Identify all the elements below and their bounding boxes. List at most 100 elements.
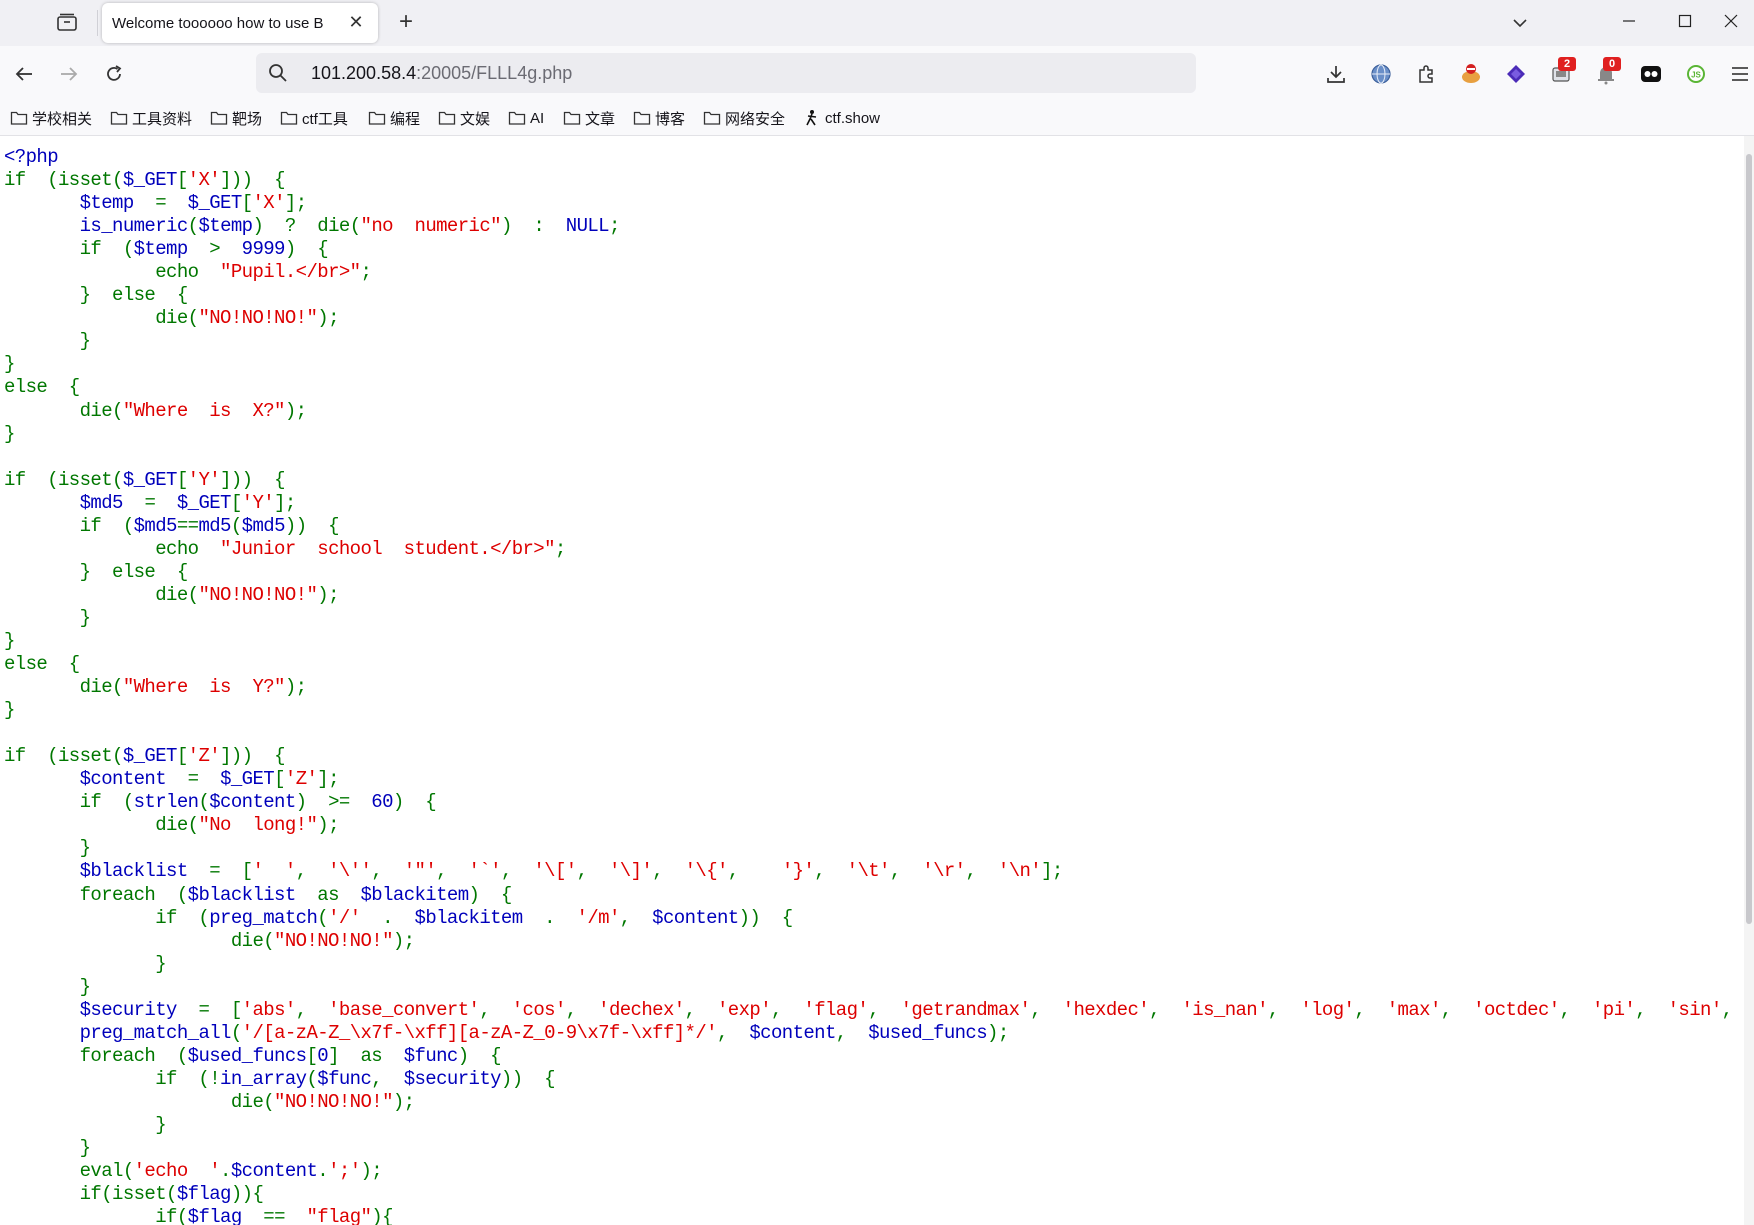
code-line: } xyxy=(4,837,1740,860)
download-icon[interactable] xyxy=(1321,59,1351,89)
extensions-puzzle-icon[interactable] xyxy=(1411,59,1441,89)
code-token: ]; xyxy=(284,192,307,215)
code-token: $blacklist xyxy=(79,860,210,883)
code-line: } xyxy=(4,423,1740,446)
code-line: } xyxy=(4,1114,1740,1137)
wappalyzer-extension-icon[interactable] xyxy=(1501,59,1531,89)
code-token: die( xyxy=(4,307,199,330)
code-line: foreach ($used_funcs[0] as $func) { xyxy=(4,1045,1740,1068)
code-token: "flag" xyxy=(306,1206,372,1225)
active-tab[interactable]: Welcome toooooo how to use B ✕ xyxy=(102,3,378,43)
reload-icon[interactable] xyxy=(100,60,128,88)
code-token: , xyxy=(652,860,685,883)
code-token: , xyxy=(1267,998,1301,1021)
js-extension-icon[interactable]: JS xyxy=(1681,59,1711,89)
tab-list-icon[interactable] xyxy=(52,9,82,35)
forward-arrow-icon[interactable] xyxy=(55,60,83,88)
chevron-down-icon[interactable] xyxy=(1507,10,1533,36)
code-token: [ xyxy=(176,468,188,491)
code-token: $flag xyxy=(187,1206,264,1225)
back-arrow-icon[interactable] xyxy=(10,60,38,88)
bell-extension-icon[interactable]: 0 xyxy=(1591,57,1621,89)
code-token: $_GET xyxy=(187,192,243,215)
bookmark-folder[interactable]: 编程 xyxy=(368,106,420,130)
navigation-toolbar: 101.200.58.4:20005/FLLL4g.php 2 0 JS xyxy=(0,46,1754,102)
code-token: die( xyxy=(4,929,275,952)
bookmark-folder[interactable]: 文娱 xyxy=(438,106,490,130)
code-token: ); xyxy=(317,583,339,606)
code-token: [ xyxy=(230,491,242,514)
code-token: $content xyxy=(230,1160,318,1183)
code-token: ( xyxy=(230,1021,242,1044)
bookmark-label: 网络安全 xyxy=(725,110,786,128)
minimize-button[interactable] xyxy=(1606,0,1652,42)
code-token: == xyxy=(263,1206,307,1225)
bookmark-folder[interactable]: 工具资料 xyxy=(110,106,192,130)
code-token: "no numeric" xyxy=(360,215,502,238)
code-token: ( xyxy=(187,215,199,238)
code-token: ); xyxy=(317,307,339,330)
code-line: else { xyxy=(4,376,1740,399)
code-token: 'is_nan' xyxy=(1181,998,1268,1021)
code-token: in_array xyxy=(220,1067,307,1090)
url-text[interactable]: 101.200.58.4:20005/FLLL4g.php xyxy=(311,63,572,84)
code-token: "NO!NO!NO!" xyxy=(274,1090,393,1113)
tab-separator xyxy=(97,10,98,36)
code-line: if (strlen($content) >= 60) { xyxy=(4,791,1740,814)
code-token: [ xyxy=(241,192,253,215)
code-token: ]; xyxy=(274,491,296,514)
code-line: die("NO!NO!NO!"); xyxy=(4,307,1740,330)
code-token: "NO!NO!NO!" xyxy=(198,307,318,330)
code-token: } xyxy=(4,422,15,445)
globe-extension-icon[interactable] xyxy=(1366,59,1396,89)
hamburger-menu-icon[interactable] xyxy=(1726,59,1754,89)
vertical-scrollbar[interactable] xyxy=(1744,136,1754,1225)
code-token: ( xyxy=(306,1067,318,1090)
hackbar-extension-icon[interactable] xyxy=(1456,59,1486,89)
url-bar[interactable]: 101.200.58.4:20005/FLLL4g.php xyxy=(256,53,1196,93)
code-token: "Pupil.</br>" xyxy=(220,261,361,284)
badge-zero: 0 xyxy=(1603,57,1621,71)
notification-extension-icon[interactable]: 2 xyxy=(1546,57,1576,89)
code-token: } xyxy=(4,952,167,975)
code-token: > xyxy=(209,238,242,261)
bookmark-folder[interactable]: 网络安全 xyxy=(703,106,785,130)
scrollbar-thumb[interactable] xyxy=(1746,154,1752,924)
maximize-button[interactable] xyxy=(1662,0,1708,42)
code-token: } xyxy=(4,606,91,629)
code-token: , xyxy=(1149,998,1182,1021)
tampermonkey-icon[interactable] xyxy=(1636,59,1666,89)
close-window-button[interactable] xyxy=(1708,0,1754,42)
tab-close-icon[interactable]: ✕ xyxy=(346,12,366,32)
code-token: )) { xyxy=(738,906,794,929)
code-token: , xyxy=(371,1067,404,1090)
code-line: } xyxy=(4,699,1740,722)
code-line: $content = $_GET['Z']; xyxy=(4,768,1740,791)
bookmark-folder[interactable]: 靶场 xyxy=(210,106,262,130)
code-token: '\'' xyxy=(328,860,372,883)
code-token: 'dechex' xyxy=(598,998,685,1021)
code-token: ; xyxy=(360,261,372,284)
code-line: if ($temp > 9999) { xyxy=(4,238,1740,261)
code-token: if(isset( xyxy=(4,1183,178,1206)
bookmark-folder[interactable]: 博客 xyxy=(633,106,685,130)
url-host: 101.200.58.4 xyxy=(311,63,417,83)
code-token: } xyxy=(4,353,15,376)
code-token: '`' xyxy=(468,860,502,883)
bookmark-folder[interactable]: AI xyxy=(508,106,544,130)
code-token: if ( xyxy=(4,791,135,814)
bookmark-folder[interactable]: 学校相关 xyxy=(10,106,92,130)
code-token: , xyxy=(500,860,534,883)
code-token: ); xyxy=(987,1021,1009,1044)
new-tab-button[interactable]: + xyxy=(393,9,419,35)
code-token: NULL xyxy=(565,215,610,238)
code-token: 'Z' xyxy=(187,745,221,768)
bookmark-folder[interactable]: ctf工具 xyxy=(280,106,348,130)
code-token: , xyxy=(835,1021,869,1044)
code-token: ); xyxy=(317,814,339,837)
code-token: 'log' xyxy=(1300,998,1355,1021)
bookmark-link[interactable]: ctf.show xyxy=(803,106,880,130)
bookmark-folder[interactable]: 文章 xyxy=(563,106,615,130)
code-token: $security xyxy=(403,1067,502,1090)
